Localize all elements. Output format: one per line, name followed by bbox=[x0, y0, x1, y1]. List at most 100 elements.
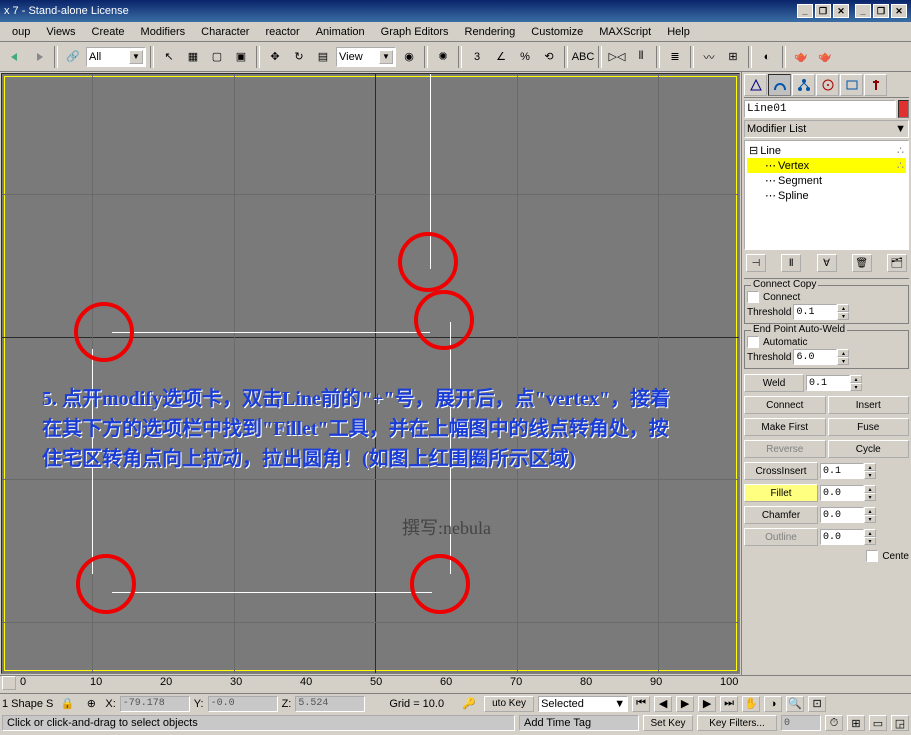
play-button[interactable]: ▶ bbox=[676, 696, 694, 712]
crossinsert-button[interactable]: CrossInsert bbox=[744, 462, 818, 480]
goto-end-button[interactable]: ⏭ bbox=[720, 696, 738, 712]
pin-stack-button[interactable]: ⊣ bbox=[746, 254, 766, 272]
show-end-result-button[interactable]: Ⅱ bbox=[781, 254, 801, 272]
move-button[interactable]: ✥ bbox=[264, 46, 286, 68]
autoweld-threshold-spinner[interactable]: ▴▾ bbox=[793, 349, 849, 365]
layers-button[interactable]: ≣ bbox=[664, 46, 686, 68]
viewport[interactable]: 5. 点开modify选项卡，双击Line前的"+"号，展开后，点"vertex… bbox=[1, 73, 740, 674]
create-tab[interactable] bbox=[744, 74, 767, 96]
coord-y[interactable]: -0.0 bbox=[208, 696, 278, 712]
fuse-button[interactable]: Fuse bbox=[828, 418, 910, 436]
selection-filter-combo[interactable]: All▼ bbox=[86, 47, 146, 67]
configure-sets-button[interactable]: 🗂 bbox=[887, 254, 907, 272]
stack-spline[interactable]: ⋯Spline bbox=[747, 188, 906, 203]
schematic-button[interactable]: ⊞ bbox=[722, 46, 744, 68]
select-name-button[interactable]: ▦ bbox=[182, 46, 204, 68]
pivot-button[interactable]: ◉ bbox=[398, 46, 420, 68]
quick-render-button[interactable]: 🫖 bbox=[814, 46, 836, 68]
connect-button[interactable]: Connect bbox=[744, 396, 826, 414]
modify-tab[interactable] bbox=[768, 74, 791, 96]
coord-z[interactable]: 5.524 bbox=[295, 696, 365, 712]
percent-snap-button[interactable]: % bbox=[514, 46, 536, 68]
menu-group[interactable]: oup bbox=[4, 24, 38, 40]
menu-character[interactable]: Character bbox=[193, 24, 257, 40]
time-ruler[interactable]: 0102030405060708090100 bbox=[0, 675, 911, 693]
outline-button[interactable]: Outline bbox=[744, 528, 818, 546]
arc-rotate-button[interactable]: ◑ bbox=[764, 696, 782, 712]
make-first-button[interactable]: Make First bbox=[744, 418, 826, 436]
rotate-button[interactable]: ↻ bbox=[288, 46, 310, 68]
app-minimize-button[interactable]: _ bbox=[855, 4, 871, 18]
next-frame-button[interactable]: ▶ bbox=[698, 696, 716, 712]
key-icon[interactable]: 🔑 bbox=[458, 695, 480, 713]
mirror-button[interactable]: ▷◁ bbox=[606, 46, 628, 68]
center-checkbox[interactable] bbox=[866, 550, 878, 562]
setkey-button[interactable]: Set Key bbox=[643, 715, 693, 731]
menu-maxscript[interactable]: MAXScript bbox=[591, 24, 659, 40]
menu-rendering[interactable]: Rendering bbox=[457, 24, 524, 40]
restore-button[interactable]: ❐ bbox=[815, 4, 831, 18]
zoom-button[interactable]: 🔍 bbox=[786, 696, 804, 712]
zoom-all-button[interactable]: ⊡ bbox=[808, 696, 826, 712]
manipulate-button[interactable]: ✺ bbox=[432, 46, 454, 68]
reverse-button[interactable]: Reverse bbox=[744, 440, 826, 458]
link-button[interactable]: 🔗 bbox=[62, 46, 84, 68]
object-name-input[interactable] bbox=[744, 100, 896, 118]
menu-reactor[interactable]: reactor bbox=[257, 24, 307, 40]
hierarchy-tab[interactable] bbox=[792, 74, 815, 96]
fov-button[interactable]: ▭ bbox=[869, 715, 887, 731]
outline-spinner[interactable]: ▴▾ bbox=[820, 528, 876, 546]
zoom-ext-button[interactable]: ⊞ bbox=[847, 715, 865, 731]
current-frame[interactable]: 0 bbox=[781, 715, 821, 731]
app-restore-button[interactable]: ❐ bbox=[873, 4, 889, 18]
key-filters-button[interactable]: Key Filters... bbox=[697, 715, 777, 731]
material-button[interactable]: ◐ bbox=[756, 46, 778, 68]
menu-views[interactable]: Views bbox=[38, 24, 83, 40]
menu-modifiers[interactable]: Modifiers bbox=[133, 24, 194, 40]
modifier-stack[interactable]: ⊟Line∴ ⋯Vertex∴ ⋯Segment ⋯Spline bbox=[744, 140, 909, 250]
motion-tab[interactable] bbox=[816, 74, 839, 96]
utilities-tab[interactable] bbox=[864, 74, 887, 96]
time-slider-handle[interactable] bbox=[2, 676, 16, 690]
render-scene-button[interactable]: 🫖 bbox=[790, 46, 812, 68]
insert-button[interactable]: Insert bbox=[828, 396, 910, 414]
rect-select-button[interactable]: ▢ bbox=[206, 46, 228, 68]
menu-customize[interactable]: Customize bbox=[523, 24, 591, 40]
angle-snap-button[interactable]: ∠ bbox=[490, 46, 512, 68]
weld-button[interactable]: Weld bbox=[744, 374, 804, 392]
prev-frame-button[interactable]: ◀ bbox=[654, 696, 672, 712]
make-unique-button[interactable]: ∀ bbox=[817, 254, 837, 272]
menu-grapheditors[interactable]: Graph Editors bbox=[373, 24, 457, 40]
ref-coord-combo[interactable]: View▼ bbox=[336, 47, 396, 67]
select-button[interactable]: ↖ bbox=[158, 46, 180, 68]
keymode-combo[interactable]: Selected▼ bbox=[538, 696, 628, 712]
minimize-button[interactable]: _ bbox=[797, 4, 813, 18]
connect-threshold-spinner[interactable]: ▴▾ bbox=[793, 304, 849, 320]
pan-view-button[interactable]: ✋ bbox=[742, 696, 760, 712]
spinner-snap-button[interactable]: ⟲ bbox=[538, 46, 560, 68]
coord-x[interactable]: -79.178 bbox=[120, 696, 190, 712]
curve-editor-button[interactable]: 〰 bbox=[698, 46, 720, 68]
weld-spinner[interactable]: ▴▾ bbox=[806, 374, 862, 392]
connect-checkbox[interactable] bbox=[747, 291, 759, 303]
named-sel-button[interactable]: ABC bbox=[572, 46, 594, 68]
autokey-button[interactable]: uto Key bbox=[484, 696, 534, 712]
menu-create[interactable]: Create bbox=[84, 24, 133, 40]
menu-help[interactable]: Help bbox=[659, 24, 698, 40]
remove-modifier-button[interactable]: 🗑 bbox=[852, 254, 872, 272]
undo-button[interactable] bbox=[4, 46, 26, 68]
align-button[interactable]: ⫴ bbox=[630, 46, 652, 68]
cycle-button[interactable]: Cycle bbox=[828, 440, 910, 458]
close-button[interactable]: ✕ bbox=[833, 4, 849, 18]
scale-button[interactable]: ▤ bbox=[312, 46, 334, 68]
chamfer-button[interactable]: Chamfer bbox=[744, 506, 818, 524]
object-color-swatch[interactable] bbox=[898, 100, 909, 118]
fillet-button[interactable]: Fillet bbox=[744, 484, 818, 502]
lock-button[interactable]: 🔒 bbox=[57, 695, 77, 713]
snap-button[interactable]: 3 bbox=[466, 46, 488, 68]
redo-button[interactable] bbox=[28, 46, 50, 68]
maxview-button[interactable]: ◲ bbox=[891, 715, 909, 731]
stack-root[interactable]: ⊟Line∴ bbox=[747, 143, 906, 158]
time-config-button[interactable]: ⏱ bbox=[825, 715, 843, 731]
display-tab[interactable] bbox=[840, 74, 863, 96]
